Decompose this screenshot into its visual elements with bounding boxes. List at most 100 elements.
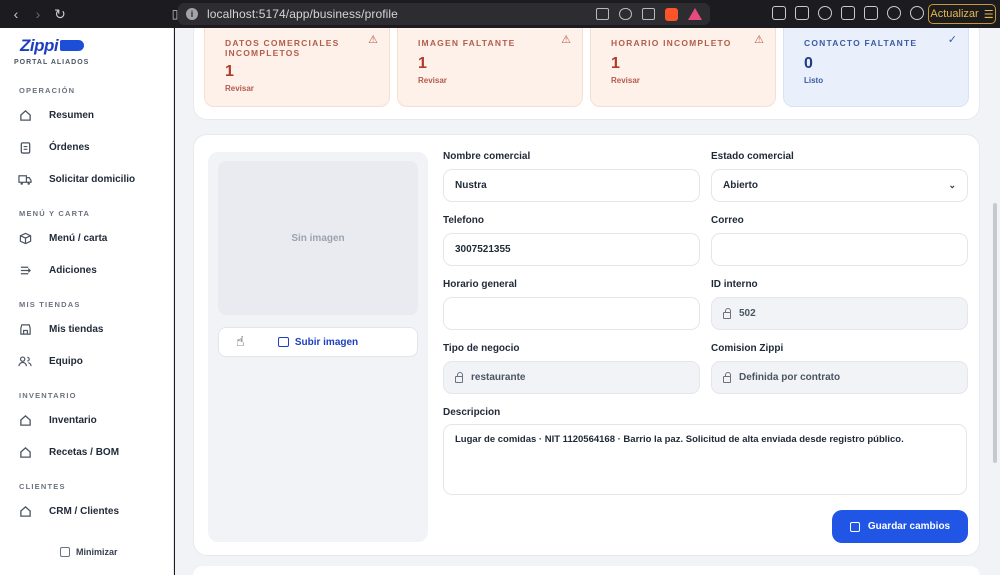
business-profile-form: Sin imagen Subir imagen Nombre comercial… [193, 134, 980, 556]
save-label: Guardar cambios [867, 521, 951, 532]
save-button[interactable]: Guardar cambios [832, 510, 968, 543]
check-circle-icon: ✓ [947, 34, 957, 46]
sidebar-item-label: Adiciones [49, 264, 97, 276]
sidebar-item-adiciones[interactable]: Adiciones [18, 256, 170, 284]
sidebar-item-label: Recetas / BOM [49, 446, 120, 458]
estado-label: Estado comercial [711, 151, 794, 162]
sidebar-toggle-icon[interactable] [841, 6, 855, 20]
telefono-value: 3007521355 [455, 244, 511, 255]
sidebar-item-domicilio[interactable]: Solicitar domicilio [18, 165, 170, 193]
horario-input[interactable] [443, 297, 700, 330]
status-card-contacto[interactable]: CONTACTO FALTANTE ✓ 0 Listo [783, 28, 969, 107]
status-card-datos[interactable]: DATOS COMERCIALES INCOMPLETOS ⚠ 1 Revisa… [204, 28, 390, 107]
music-icon[interactable] [818, 6, 832, 20]
status-card-horario[interactable]: HORARIO INCOMPLETO ⚠ 1 Revisar [590, 28, 776, 107]
sidebar-item-ordenes[interactable]: Órdenes [18, 133, 170, 161]
image-upload-icon [277, 337, 289, 347]
sidebar-item-resumen[interactable]: Resumen [18, 101, 170, 129]
status-card-count: 1 [225, 63, 234, 80]
extensions-icon[interactable] [772, 6, 786, 20]
sidebar-item-label: Resumen [49, 109, 95, 121]
update-label: Actualizar [930, 8, 979, 20]
key-icon[interactable] [619, 8, 632, 20]
brave-shield-icon[interactable] [665, 7, 678, 21]
section-clientes: CLIENTES [19, 482, 66, 491]
section-tiendas: MIS TIENDAS [19, 300, 81, 309]
nombre-label: Nombre comercial [443, 151, 531, 162]
list-arrow-icon [18, 263, 32, 277]
clipboard-icon [18, 140, 32, 154]
reload-icon[interactable]: ↻ [50, 4, 70, 24]
upload-image-label: Subir imagen [294, 336, 359, 348]
wallet-icon[interactable] [864, 6, 878, 20]
back-icon[interactable]: ‹ [6, 4, 26, 24]
brand-name: Zippi [20, 36, 59, 55]
sidebar-item-label: Órdenes [49, 141, 90, 153]
sidebar-item-tiendas[interactable]: Mis tiendas [18, 315, 170, 343]
upload-image-button[interactable]: Subir imagen [218, 327, 418, 357]
section-operacion: OPERACIÓN [19, 86, 76, 95]
sidebar-item-crm[interactable]: CRM / Clientes [18, 497, 170, 525]
chevron-down-icon: ⌄ [948, 180, 956, 190]
id-value: 502 [739, 308, 756, 319]
comision-value: Definida por contrato [739, 372, 841, 383]
correo-input[interactable] [711, 233, 968, 266]
warning-icon: ⚠ [368, 34, 378, 46]
sidebar-item-label: Equipo [49, 355, 83, 367]
next-panel-edge [193, 566, 980, 575]
tipo-value: restaurante [471, 372, 526, 383]
estado-value: Abierto [723, 180, 758, 191]
reader-icon[interactable] [795, 6, 809, 20]
store-icon [18, 322, 32, 336]
forward-icon[interactable]: › [28, 4, 48, 24]
address-bar[interactable]: i localhost:5174/app/business/profile [178, 3, 710, 25]
sidebar-item-label: Inventario [49, 414, 97, 426]
extensions-bar [772, 6, 924, 20]
image-placeholder: Sin imagen [218, 161, 418, 315]
scrollbar-thumb[interactable] [993, 203, 997, 463]
sidebar-item-inventario[interactable]: Inventario [18, 406, 170, 434]
minimize-label: Minimizar [76, 547, 118, 557]
cast-icon[interactable] [596, 8, 609, 20]
comision-field: Definida por contrato [711, 361, 968, 394]
update-button[interactable]: Actualizar ☰ [928, 4, 996, 24]
lock-icon [723, 307, 731, 319]
status-card-action[interactable]: Revisar [225, 84, 369, 93]
site-info-icon[interactable]: i [186, 8, 198, 20]
status-card-count: 0 [804, 55, 813, 72]
minimize-button[interactable]: Minimizar [60, 547, 118, 557]
sidebar-item-menu[interactable]: Menú / carta [18, 224, 170, 252]
status-card-count: 1 [418, 55, 427, 72]
status-card-action[interactable]: Revisar [418, 76, 562, 85]
brand-logo[interactable]: Zippi [20, 36, 85, 56]
status-card-imagen[interactable]: IMAGEN FALTANTE ⚠ 1 Revisar [397, 28, 583, 107]
home-icon [18, 108, 32, 122]
status-card-action[interactable]: Revisar [611, 76, 755, 85]
main-content: DATOS COMERCIALES INCOMPLETOS ⚠ 1 Revisa… [175, 28, 1000, 575]
tipo-field: restaurante [443, 361, 700, 394]
menu-icon: ☰ [983, 8, 994, 21]
warning-icon: ⚠ [561, 34, 571, 46]
vpn-icon[interactable] [910, 6, 924, 20]
id-field: 502 [711, 297, 968, 330]
truck-icon [18, 172, 32, 186]
sidebar-item-label: Mis tiendas [49, 323, 104, 335]
estado-select[interactable]: Abierto ⌄ [711, 169, 968, 202]
status-card-title: DATOS COMERCIALES INCOMPLETOS [225, 38, 340, 58]
telefono-input[interactable]: 3007521355 [443, 233, 700, 266]
leo-icon[interactable] [887, 6, 901, 20]
horario-label: Horario general [443, 279, 517, 290]
sidebar-item-label: Menú / carta [49, 232, 108, 244]
share-icon[interactable] [642, 8, 655, 20]
section-menu: MENÚ Y CARTA [19, 209, 91, 218]
pointer-cursor-icon: ☝ [236, 333, 245, 349]
descripcion-textarea[interactable]: Lugar de comidas · NIT 1120564168 · Barr… [443, 424, 967, 495]
sidebar-item-recetas[interactable]: Recetas / BOM [18, 438, 170, 466]
sidebar-item-label: Solicitar domicilio [49, 173, 136, 185]
url-text: localhost:5174/app/business/profile [207, 7, 398, 21]
nombre-input[interactable]: Nustra [443, 169, 700, 202]
status-card-action[interactable]: Listo [804, 76, 948, 85]
sidebar-item-equipo[interactable]: Equipo [18, 347, 170, 375]
home-icon [18, 413, 32, 427]
brave-rewards-icon[interactable] [688, 8, 702, 20]
